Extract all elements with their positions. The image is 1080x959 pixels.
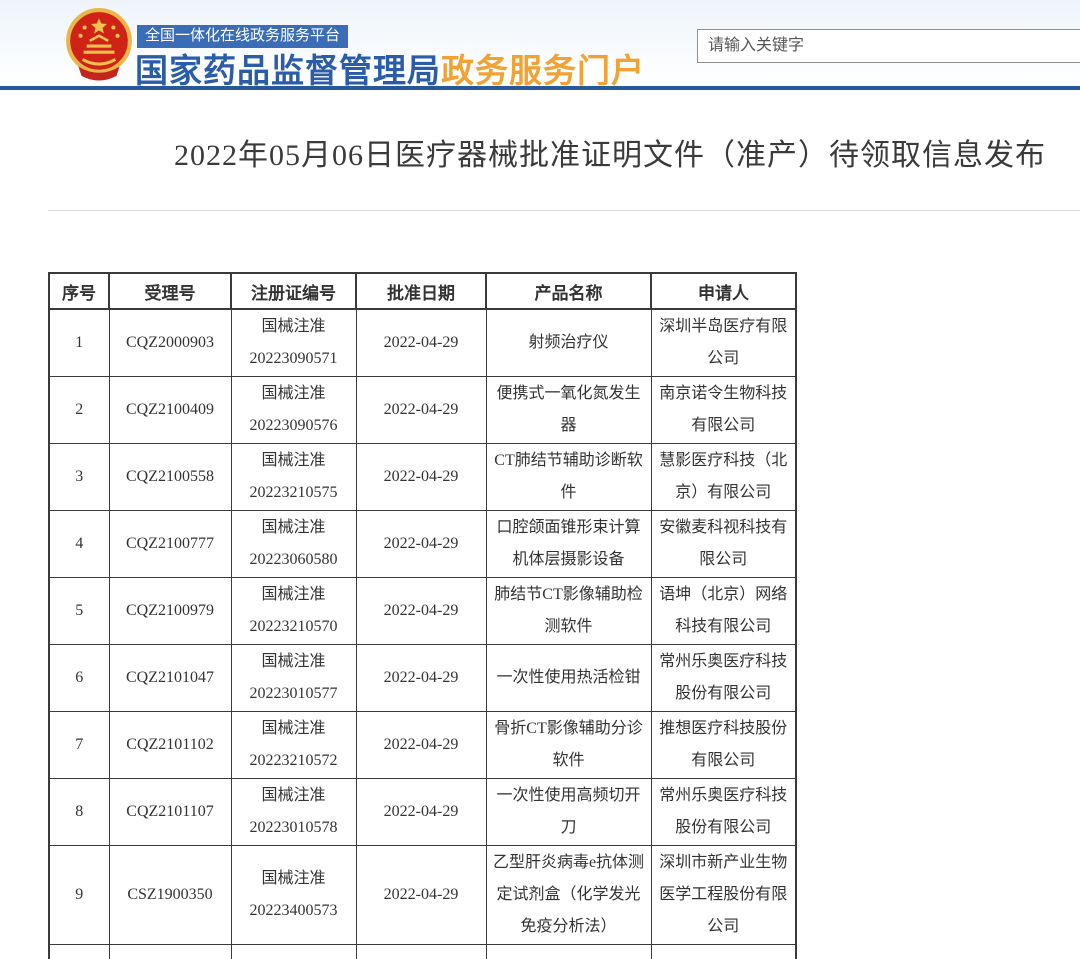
table-row-partial [49,945,796,959]
cell-approval-date: 2022-04-29 [356,578,486,645]
cell-acceptance-no: CQZ2100979 [109,578,231,645]
cell-approval-date: 2022-04-29 [356,444,486,511]
cell-serial-no: 8 [49,779,109,846]
cell-approval-date: 2022-04-29 [356,511,486,578]
cell-serial-no: 5 [49,578,109,645]
cell-acceptance-no: CQZ2000903 [109,309,231,377]
main-content: 2022年05月06日医疗器械批准证明文件（准产）待领取信息发布 序号 受理号 … [0,130,1080,959]
cell-applicant: 推想医疗科技股份有限公司 [651,712,796,779]
cell-approval-date: 2022-04-29 [356,377,486,444]
cell-reg-cert-no: 国械注准 20223210572 [231,712,356,779]
col-header-approval-date: 批准日期 [356,273,486,309]
cell-applicant: 深圳市新产业生物医学工程股份有限公司 [651,846,796,945]
cell-product-name: 口腔颌面锥形束计算机体层摄影设备 [486,511,651,578]
cell-product-name: 一次性使用高频切开刀 [486,779,651,846]
cell-approval-date: 2022-04-29 [356,846,486,945]
cell-serial-no: 7 [49,712,109,779]
cell-acceptance-no: CQZ2101107 [109,779,231,846]
cell-serial-no: 2 [49,377,109,444]
table-row: 4 CQZ2100777 国械注准 20223060580 2022-04-29… [49,511,796,578]
table-row: 7 CQZ2101102 国械注准 20223210572 2022-04-29… [49,712,796,779]
cell-approval-date: 2022-04-29 [356,779,486,846]
table-row: 8 CQZ2101107 国械注准 20223010578 2022-04-29… [49,779,796,846]
cell-acceptance-no: CQZ2100558 [109,444,231,511]
col-header-applicant: 申请人 [651,273,796,309]
cell-applicant: 南京诺令生物科技有限公司 [651,377,796,444]
table-row: 3 CQZ2100558 国械注准 20223210575 2022-04-29… [49,444,796,511]
cell-applicant: 常州乐奥医疗科技股份有限公司 [651,645,796,712]
cell-product-name: 骨折CT影像辅助分诊软件 [486,712,651,779]
table-row: 6 CQZ2101047 国械注准 20223010577 2022-04-29… [49,645,796,712]
table-row: 2 CQZ2100409 国械注准 20223090576 2022-04-29… [49,377,796,444]
title-divider [48,210,1080,211]
cell-product-name: CT肺结节辅助诊断软件 [486,444,651,511]
table-row: 1 CQZ2000903 国械注准 20223090571 2022-04-29… [49,309,796,377]
approval-table-body: 1 CQZ2000903 国械注准 20223090571 2022-04-29… [49,309,796,959]
cell-applicant: 慧影医疗科技（北京）有限公司 [651,444,796,511]
cell-product-name: 便携式一氧化氮发生器 [486,377,651,444]
cell-approval-date: 2022-04-29 [356,309,486,377]
col-header-reg-cert-no: 注册证编号 [231,273,356,309]
cell-serial-no: 9 [49,846,109,945]
cell-product-name: 射频治疗仪 [486,309,651,377]
cell-acceptance-no: CSZ1900350 [109,846,231,945]
cell-reg-cert-no: 国械注准 20223010577 [231,645,356,712]
cell-acceptance-no: CQZ2101102 [109,712,231,779]
cell-reg-cert-no: 国械注准 20223010578 [231,779,356,846]
cell-product-name: 肺结节CT影像辅助检测软件 [486,578,651,645]
approval-table-header: 序号 受理号 注册证编号 批准日期 产品名称 申请人 [49,273,796,309]
cell-reg-cert-no: 国械注准 20223090576 [231,377,356,444]
col-header-acceptance-no: 受理号 [109,273,231,309]
col-header-no: 序号 [49,273,109,309]
cell-reg-cert-no: 国械注准 20223090571 [231,309,356,377]
site-name: 国家药品监督管理局 [135,52,441,89]
cell-product-name: 乙型肝炎病毒e抗体测定试剂盒（化学发光免疫分析法） [486,846,651,945]
cell-acceptance-no: CQZ2100777 [109,511,231,578]
approval-table: 序号 受理号 注册证编号 批准日期 产品名称 申请人 1 CQZ2000903 … [48,272,797,959]
national-emblem-logo [62,7,136,81]
cell-applicant: 安徽麦科视科技有限公司 [651,511,796,578]
cell-acceptance-no: CQZ2101047 [109,645,231,712]
cell-serial-no: 1 [49,309,109,377]
portal-name: 政务服务门户 [441,52,645,89]
site-header: 全国一体化在线政务服务平台 国家药品监督管理局政务服务门户 [0,0,1080,86]
cell-serial-no: 4 [49,511,109,578]
page-title: 2022年05月06日医疗器械批准证明文件（准产）待领取信息发布 [70,130,1080,174]
table-row: 9 CSZ1900350 国械注准 20223400573 2022-04-29… [49,846,796,945]
cell-product-name: 一次性使用热活检钳 [486,645,651,712]
cell-reg-cert-no: 国械注准 20223210575 [231,444,356,511]
cell-approval-date: 2022-04-29 [356,645,486,712]
cell-applicant: 语坤（北京）网络科技有限公司 [651,578,796,645]
cell-applicant: 常州乐奥医疗科技股份有限公司 [651,779,796,846]
cell-serial-no: 6 [49,645,109,712]
cell-reg-cert-no: 国械注准 20223400573 [231,846,356,945]
cell-approval-date: 2022-04-29 [356,712,486,779]
cell-reg-cert-no: 国械注准 20223060580 [231,511,356,578]
table-row: 5 CQZ2100979 国械注准 20223210570 2022-04-29… [49,578,796,645]
cell-serial-no: 3 [49,444,109,511]
cell-acceptance-no: CQZ2100409 [109,377,231,444]
search-input[interactable] [697,29,1080,63]
cell-applicant: 深圳半岛医疗有限公司 [651,309,796,377]
col-header-product-name: 产品名称 [486,273,651,309]
cell-reg-cert-no: 国械注准 20223210570 [231,578,356,645]
site-brand: 国家药品监督管理局政务服务门户 [135,44,645,92]
